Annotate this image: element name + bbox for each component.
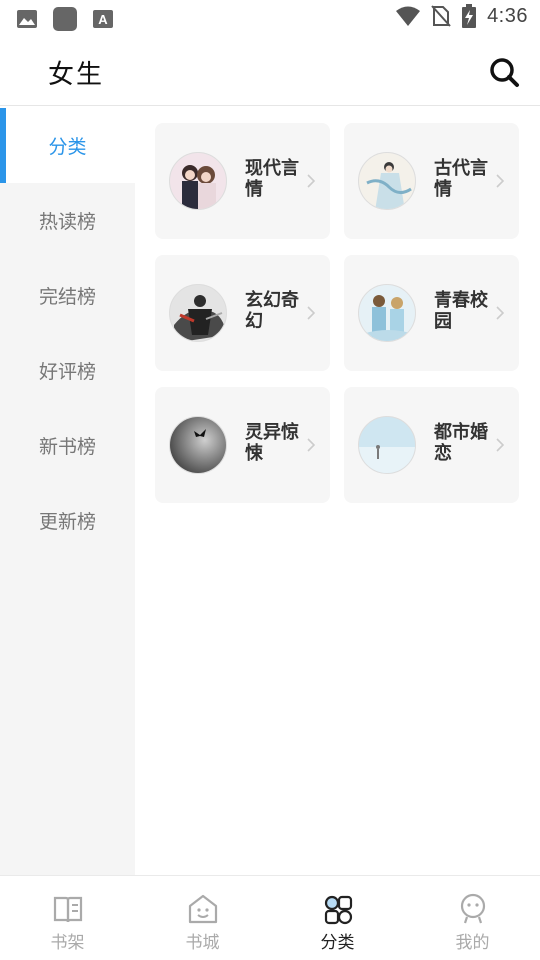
book-icon [53,896,82,923]
status-notifications: A [16,6,114,32]
tab-label: 我的 [455,933,490,953]
profile-face-icon [460,893,485,924]
category-card-urban-marriage[interactable]: 都市婚恋 [344,387,519,503]
category-grid: 现代言情 古代言情 玄幻奇幻 青春校园 灵异惊悚 都市婚恋 [135,108,540,875]
image-notification-icon [17,10,37,28]
sidebar-item-label: 更新榜 [38,511,96,533]
sidebar-item-label: 新书榜 [38,436,96,458]
chevron-right-icon [307,306,316,320]
text-notification-icon: A [93,10,113,28]
no-sim-icon [431,5,451,27]
chevron-right-icon [307,438,316,452]
category-grid-icon [324,895,352,925]
category-label: 玄幻奇幻 [245,290,299,332]
tab-label: 书城 [185,933,220,953]
ranking-sidebar: 分类 热读榜 完结榜 好评榜 新书榜 更新榜 [0,108,135,875]
chevron-right-icon [307,174,316,188]
urban-marriage-cover-icon [358,416,416,474]
category-label: 古代言情 [434,158,488,200]
status-bar: A 4:36 [0,0,540,36]
sidebar-item-new-books[interactable]: 新书榜 [0,408,135,483]
tab-label: 分类 [320,933,355,953]
chevron-right-icon [496,174,505,188]
category-label: 现代言情 [245,158,299,200]
sidebar-item-top-rated[interactable]: 好评榜 [0,333,135,408]
tab-label: 书架 [50,933,85,953]
category-card-campus-youth[interactable]: 青春校园 [344,255,519,371]
chevron-right-icon [496,438,505,452]
tab-bookstore[interactable]: 书城 [135,876,270,960]
category-label: 都市婚恋 [434,422,488,464]
tab-category[interactable]: 分类 [270,876,405,960]
ancient-romance-cover-icon [358,152,416,210]
campus-youth-cover-icon [358,284,416,342]
status-system: 4:36 [395,4,528,28]
store-house-icon [188,894,217,924]
category-card-supernatural-thriller[interactable]: 灵异惊悚 [155,387,330,503]
sidebar-item-updated[interactable]: 更新榜 [0,483,135,558]
category-card-fantasy[interactable]: 玄幻奇幻 [155,255,330,371]
sidebar-item-label: 热读榜 [38,211,96,233]
category-card-ancient-romance[interactable]: 古代言情 [344,123,519,239]
wifi-icon [396,6,421,26]
app-header: 女生 [0,36,540,106]
tab-mine[interactable]: 我的 [405,876,540,960]
chevron-right-icon [496,306,505,320]
category-label: 青春校园 [434,290,488,332]
app-notification-icon [53,7,77,31]
page-title: 女生 [48,60,105,90]
sidebar-item-label: 好评榜 [38,361,96,383]
search-icon[interactable] [488,56,520,88]
category-label: 灵异惊悚 [245,422,299,464]
modern-romance-cover-icon [169,152,227,210]
battery-charging-icon [462,4,477,28]
clock: 4:36 [487,4,528,27]
sidebar-item-hot-reads[interactable]: 热读榜 [0,183,135,258]
sidebar-item-category[interactable]: 分类 [0,108,135,183]
tab-bookshelf[interactable]: 书架 [0,876,135,960]
svg-text:A: A [98,12,108,27]
supernatural-thriller-cover-icon [169,416,227,474]
bottom-tab-bar: 书架 书城 分类 我的 [0,875,540,960]
category-card-modern-romance[interactable]: 现代言情 [155,123,330,239]
fantasy-cover-icon [169,284,227,342]
sidebar-item-completed[interactable]: 完结榜 [0,258,135,333]
sidebar-item-label: 完结榜 [38,286,96,308]
sidebar-item-label: 分类 [48,136,87,158]
